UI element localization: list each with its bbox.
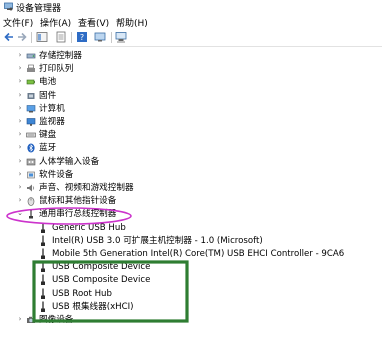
annotation-overlay bbox=[6, 207, 189, 323]
highlight-box bbox=[32, 260, 189, 323]
highlight-ellipse bbox=[6, 207, 132, 225]
device-manager-window: 设备管理器 文件(F) 操作(A) 查看(V) 帮助(H) ? › 存储控制器 … bbox=[0, 0, 382, 337]
